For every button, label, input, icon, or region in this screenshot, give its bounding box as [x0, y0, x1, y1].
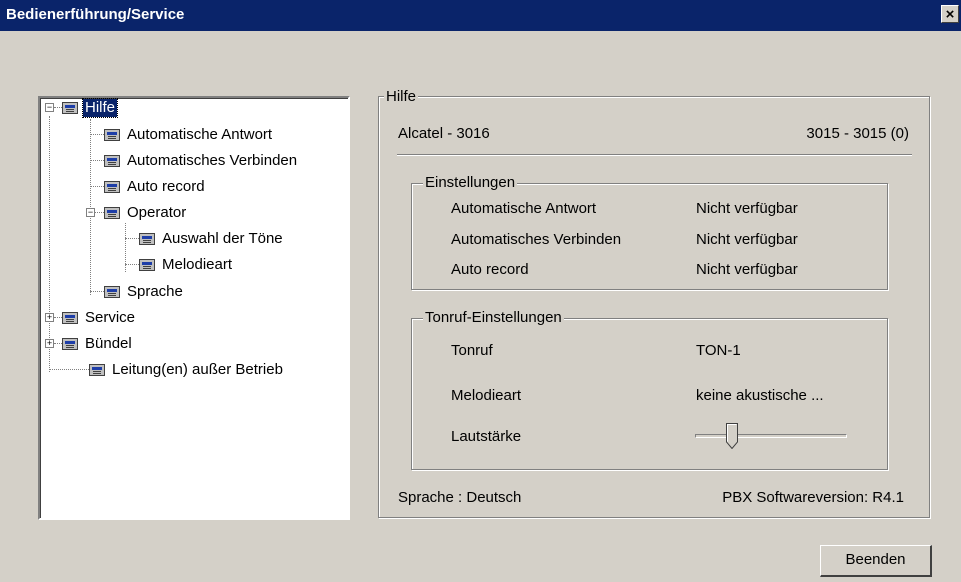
tree-line — [125, 264, 139, 265]
einstellungen-title: Einstellungen — [423, 174, 518, 191]
tonruf-label: Tonruf — [451, 342, 493, 359]
page-icon — [104, 155, 120, 167]
page-icon — [89, 364, 105, 376]
setting-label: Auto record — [451, 261, 529, 278]
page-icon — [62, 312, 78, 324]
device-name: Alcatel - 3016 — [398, 125, 490, 142]
tree-line — [54, 343, 62, 344]
pbx-version: PBX Softwareversion: R4.1 — [722, 489, 904, 506]
close-button[interactable]: × — [941, 5, 959, 23]
tree-item-label: Bündel — [85, 335, 132, 352]
tree-line — [90, 160, 104, 161]
tree-line — [90, 291, 104, 292]
setting-label: Automatische Antwort — [451, 200, 597, 217]
beenden-button[interactable]: Beenden — [820, 545, 932, 577]
volume-slider-thumb[interactable] — [726, 423, 738, 449]
setting-value: Nicht verfügbar — [696, 261, 798, 278]
language-info: Sprache : Deutsch — [398, 489, 522, 506]
page-icon — [104, 286, 120, 298]
tree-item-label: Leitung(en) außer Betrieb — [112, 361, 283, 378]
tree-item-label: Automatische Antwort — [127, 126, 273, 143]
window-title: Bedienerführung/Service — [6, 6, 185, 23]
setting-value: Nicht verfügbar — [696, 231, 798, 248]
page-icon — [104, 129, 120, 141]
page-icon — [104, 207, 120, 219]
collapse-icon[interactable]: − — [45, 103, 54, 112]
tree-line — [90, 134, 104, 135]
tree-line — [54, 107, 62, 108]
expand-icon[interactable]: + — [45, 339, 54, 348]
volume-label: Lautstärke — [451, 428, 522, 445]
page-icon — [62, 102, 78, 114]
tonruf-value: TON-1 — [696, 342, 741, 359]
tree-item-label: Automatisches Verbinden — [127, 152, 298, 169]
tonruf-title: Tonruf-Einstellungen — [423, 309, 564, 326]
tree-line — [125, 238, 139, 239]
tree-line — [95, 212, 104, 213]
melodieart-value: keine akustische ... — [696, 387, 824, 404]
tree-line — [49, 369, 89, 370]
tree-item-label: Operator — [127, 204, 187, 221]
tree-item-label: Melodieart — [162, 256, 233, 273]
navigation-tree[interactable]: − − + + Hilfe Automatische Antwort Autom… — [38, 96, 350, 520]
separator — [397, 154, 912, 156]
tree-item-label: Sprache — [127, 283, 183, 300]
tree-item-label: Service — [85, 309, 136, 326]
page-icon — [139, 233, 155, 245]
tree-line — [49, 116, 50, 372]
extension-range: 3015 - 3015 (0) — [806, 125, 909, 142]
melodieart-label: Melodieart — [451, 387, 522, 404]
collapse-icon[interactable]: − — [86, 208, 95, 217]
expand-icon[interactable]: + — [45, 313, 54, 322]
tree-item-label: Auswahl der Töne — [162, 230, 283, 247]
setting-value: Nicht verfügbar — [696, 200, 798, 217]
tree-item-label: Hilfe — [81, 98, 119, 118]
title-bar: Bedienerführung/Service × — [0, 0, 961, 31]
volume-slider-track[interactable] — [695, 434, 847, 438]
setting-label: Automatisches Verbinden — [451, 231, 622, 248]
tree-item-label: Auto record — [127, 178, 205, 195]
page-icon — [62, 338, 78, 350]
tree-line — [54, 317, 62, 318]
page-icon — [104, 181, 120, 193]
hilfe-groupbox-title: Hilfe — [384, 88, 419, 105]
tree-line — [90, 186, 104, 187]
page-icon — [139, 259, 155, 271]
